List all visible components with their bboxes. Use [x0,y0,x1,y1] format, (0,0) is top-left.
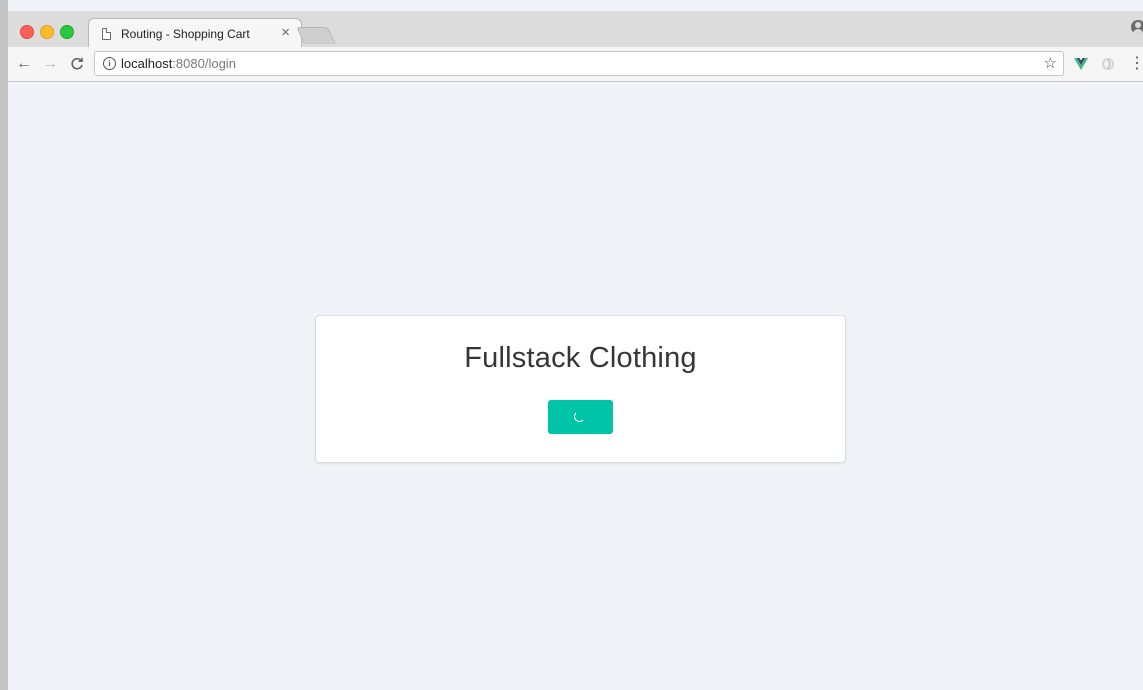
page-icon [102,28,111,40]
login-button[interactable] [548,400,613,434]
loading-spinner-icon [574,411,585,422]
vue-devtools-icon[interactable] [1074,57,1088,75]
url-path: :8080/login [172,56,236,71]
forward-arrow-icon[interactable]: → [40,54,60,74]
new-tab-button[interactable] [296,27,336,44]
profile-icon[interactable] [1131,20,1143,34]
tab-strip: Routing - Shopping Cart × [8,11,1143,48]
kebab-menu-icon[interactable]: ⋮ [1129,54,1143,74]
login-card: Fullstack Clothing [315,315,846,463]
url-text[interactable]: localhost:8080/login [121,56,236,71]
page-content: Fullstack Clothing [8,82,1143,690]
browser-window: Routing - Shopping Cart × ← → i localhos… [8,11,1143,690]
tab-title: Routing - Shopping Cart [121,27,250,41]
minimize-window-button[interactable] [40,25,54,39]
browser-toolbar: ← → i localhost:8080/login ☆ ⋮ [8,47,1143,82]
back-arrow-icon[interactable]: ← [14,54,34,74]
desktop-edge [0,0,8,690]
star-icon[interactable]: ☆ [1044,54,1057,72]
address-bar[interactable]: i localhost:8080/login ☆ [94,51,1064,76]
close-window-button[interactable] [20,25,34,39]
maximize-window-button[interactable] [60,25,74,39]
extension-icon[interactable] [1101,57,1115,76]
tab-close-icon[interactable]: × [281,24,290,41]
url-host: localhost [121,56,173,71]
tab-routing-shopping-cart[interactable]: Routing - Shopping Cart × [88,18,302,48]
reload-icon[interactable] [67,54,87,74]
page-title: Fullstack Clothing [464,342,697,374]
info-icon[interactable]: i [103,57,116,70]
